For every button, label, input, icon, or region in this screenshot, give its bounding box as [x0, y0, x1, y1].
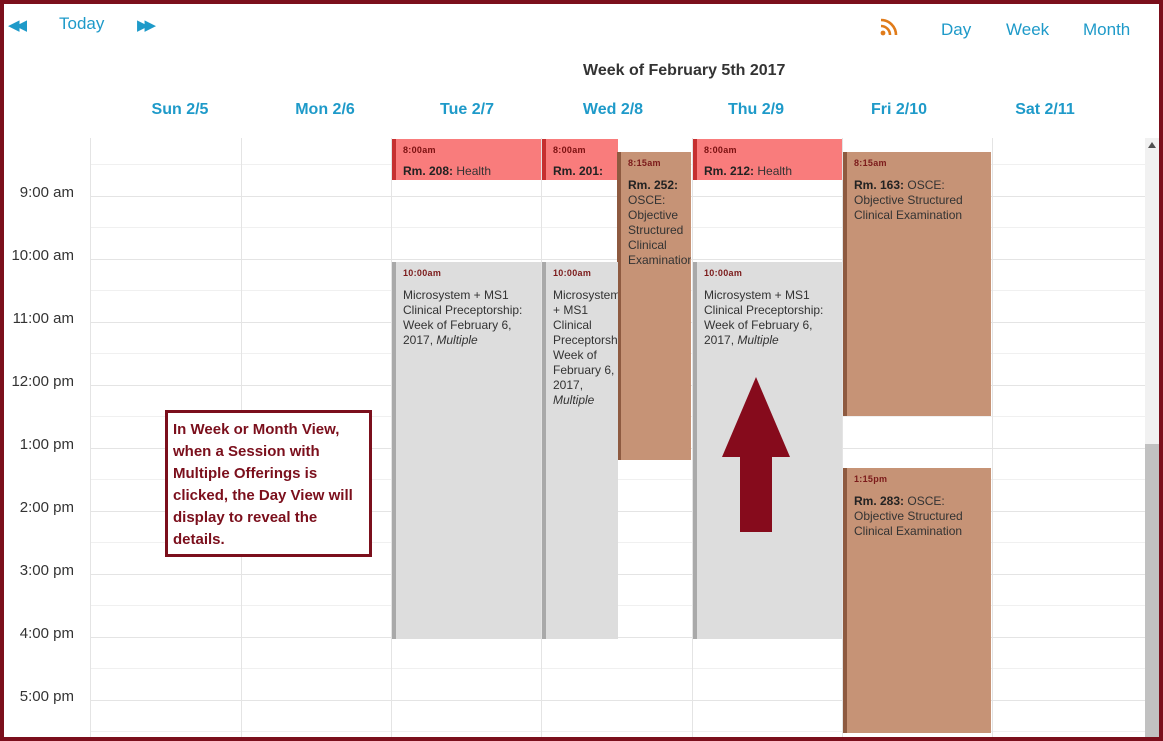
event-wed-201[interactable]: 8:00am Rm. 201: — [542, 139, 618, 180]
event-time: 10:00am — [403, 268, 442, 278]
event-fri-283[interactable]: 1:15pm Rm. 283: OSCE: Objective Structur… — [843, 468, 991, 733]
event-time: 8:15am — [854, 158, 887, 168]
event-room: Rm. 163: — [854, 178, 905, 192]
view-week-button[interactable]: Week — [1006, 20, 1049, 40]
time-label: 1:00 pm — [19, 436, 74, 453]
view-month-button[interactable]: Month — [1083, 20, 1130, 40]
event-time: 10:00am — [704, 268, 743, 278]
view-day-button[interactable]: Day — [941, 20, 971, 40]
time-label: 2:00 pm — [19, 499, 74, 516]
time-label: 4:00 pm — [19, 625, 74, 642]
event-time: 1:15pm — [854, 474, 888, 484]
fast-forward-icon[interactable]: ▶▶ — [137, 16, 156, 34]
week-title: Week of February 5th 2017 — [583, 62, 786, 79]
day-header-thu[interactable]: Thu 2/9 — [681, 101, 831, 119]
event-time: 8:00am — [403, 145, 436, 155]
calendar-scrollbar[interactable] — [1145, 138, 1159, 737]
grid-column-line — [992, 138, 993, 737]
event-time: 10:00am — [553, 268, 592, 278]
event-tue-health[interactable]: 8:00am Rm. 208: Health — [392, 139, 541, 180]
event-room: Rm. 283: — [854, 494, 905, 508]
event-tue-microsystem[interactable]: 10:00am Microsystem + MS1 Clinical Prece… — [392, 262, 541, 639]
annotation-callout: In Week or Month View, when a Session wi… — [165, 410, 372, 557]
event-room: Rm. 252: — [628, 178, 679, 192]
event-room: Rm. 201: — [553, 164, 604, 178]
event-multiple-label: Multiple — [553, 393, 595, 407]
day-header-wed[interactable]: Wed 2/8 — [538, 101, 688, 119]
scrollbar-thumb[interactable] — [1145, 444, 1159, 737]
day-header-fri[interactable]: Fri 2/10 — [824, 101, 974, 119]
event-title: Health — [757, 164, 793, 178]
event-thu-health[interactable]: 8:00am Rm. 212: Health — [693, 139, 842, 180]
day-header-mon[interactable]: Mon 2/6 — [250, 101, 400, 119]
event-fri-163[interactable]: 8:15am Rm. 163: OSCE: Objective Structur… — [843, 152, 991, 416]
event-title: OSCE: Objective Structured Clinical Exam… — [628, 193, 691, 267]
scroll-up-arrow-icon[interactable] — [1148, 142, 1156, 148]
event-time: 8:00am — [704, 145, 737, 155]
up-arrow-icon — [722, 377, 790, 532]
event-wed-microsystem[interactable]: 10:00am Microsystem + MS1 Clinical Prece… — [542, 262, 618, 639]
event-multiple-label: Multiple — [436, 333, 478, 347]
day-header-sat[interactable]: Sat 2/11 — [970, 101, 1120, 119]
event-room: Rm. 212: — [704, 164, 755, 178]
event-time: 8:15am — [628, 158, 661, 168]
event-title: Health — [456, 164, 492, 178]
day-header-sun[interactable]: Sun 2/5 — [105, 101, 255, 119]
event-room: Rm. 208: — [403, 164, 454, 178]
day-header-tue[interactable]: Tue 2/7 — [392, 101, 542, 119]
today-button[interactable]: Today — [59, 14, 104, 34]
time-label: 12:00 pm — [11, 373, 74, 390]
time-label: 3:00 pm — [19, 562, 74, 579]
time-label: 10:00 am — [11, 247, 74, 264]
event-time: 8:00am — [553, 145, 586, 155]
time-label: 5:00 pm — [19, 688, 74, 705]
rewind-icon[interactable]: ◀◀ — [8, 16, 27, 34]
grid-column-line — [90, 138, 91, 737]
rss-feed-icon[interactable] — [880, 18, 898, 36]
time-label: 11:00 am — [12, 310, 74, 327]
time-label: 9:00 am — [19, 184, 74, 201]
event-multiple-label: Multiple — [737, 333, 779, 347]
event-title: Microsystem + MS1 Clinical Preceptorship… — [553, 288, 618, 392]
event-wed-252[interactable]: 8:15am Rm. 252: OSCE: Objective Structur… — [617, 152, 691, 460]
